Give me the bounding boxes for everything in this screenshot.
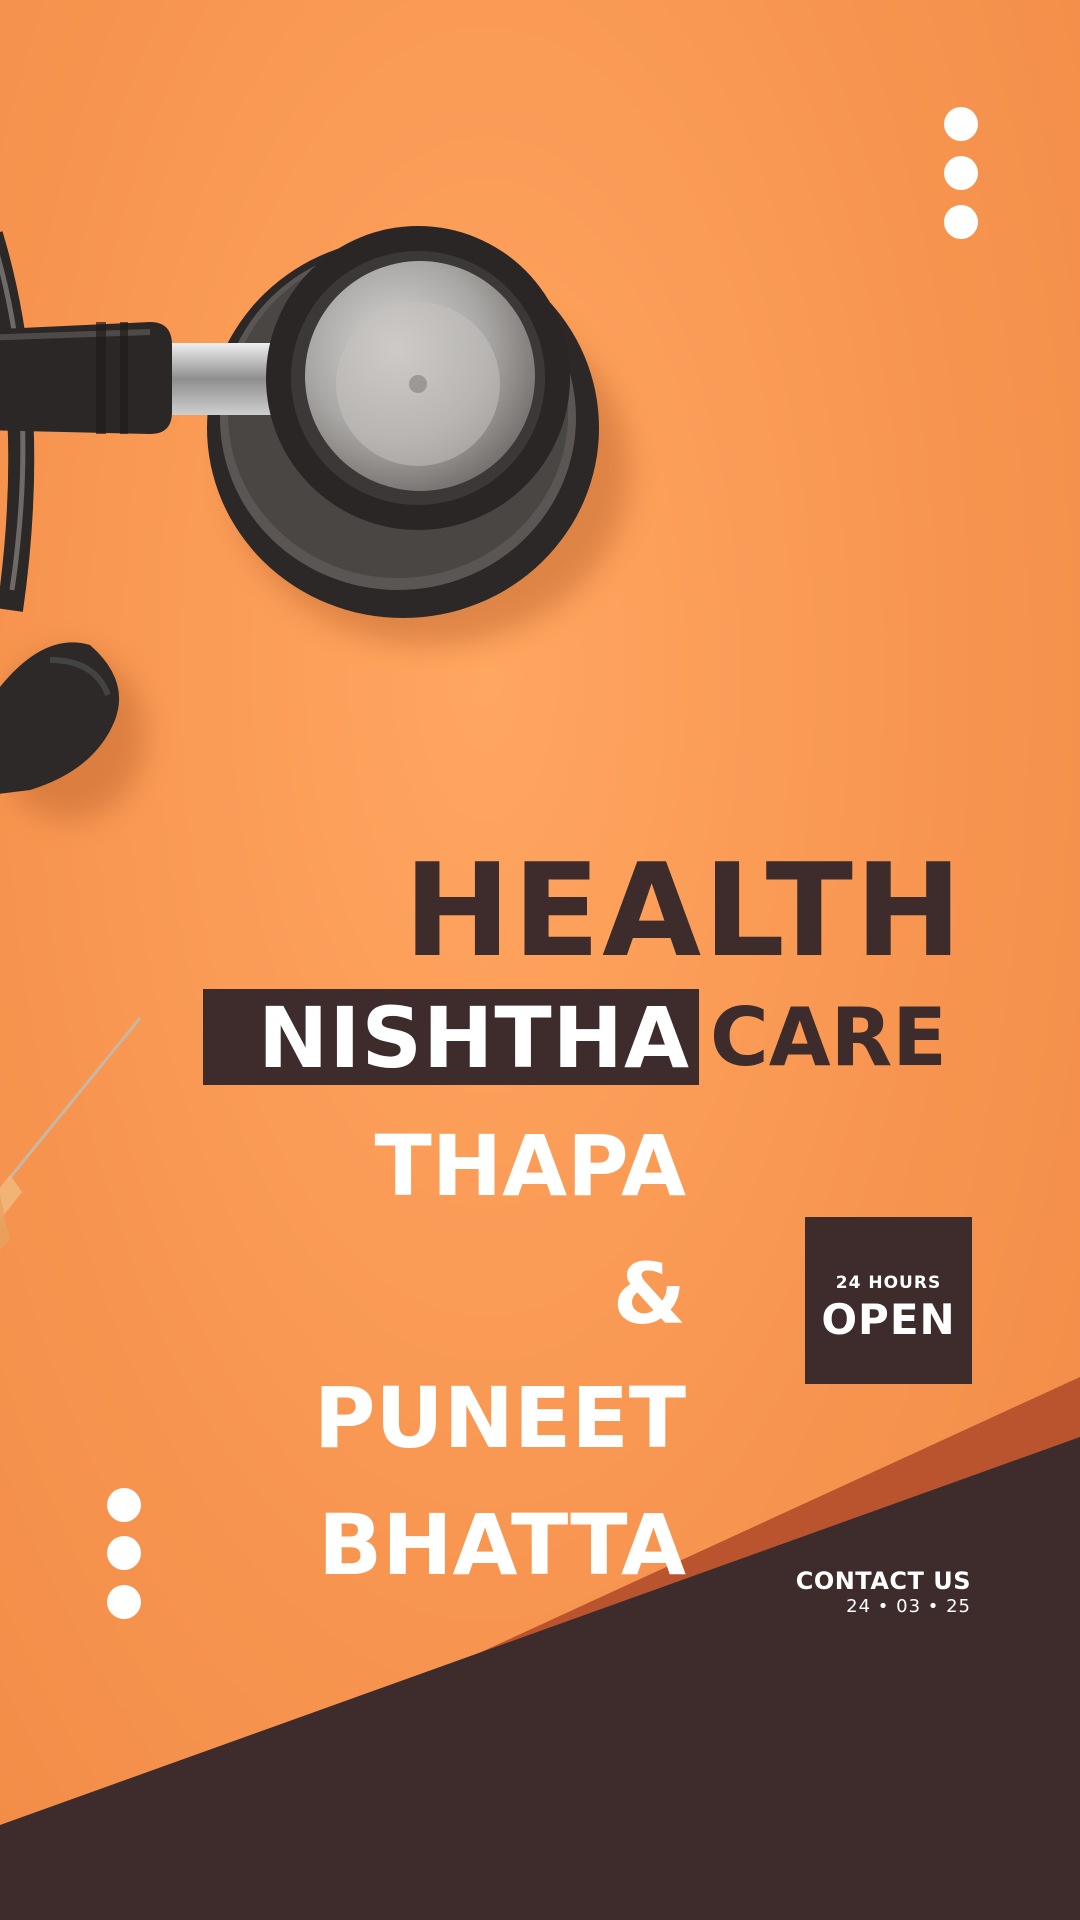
contact-label: CONTACT US [795,1567,971,1595]
ampersand: & [612,1245,686,1343]
open-badge: 24 HOURS OPEN [805,1217,972,1384]
contact-date: 24 • 03 • 25 [846,1596,971,1617]
dot-icon [944,107,978,141]
title-care: CARE [710,991,947,1084]
dot-icon [944,205,978,239]
contact-block: CONTACT US 24 • 03 • 25 [796,1567,971,1619]
dot-icon [107,1536,141,1570]
name-thapa: THAPA [374,1117,686,1215]
dot-icon [107,1585,141,1619]
name-bhatta: BHATTA [318,1496,686,1594]
title-nishtha: NISHTHA [258,989,690,1087]
dot-icon [944,156,978,190]
badge-open-text: OPEN [821,1295,956,1344]
title-health: HEALTH [403,837,964,986]
badge-hours-text: 24 HOURS [835,1273,942,1293]
poster: HEALTH NISHTHA CARE THAPA & PUNEET BHATT… [0,0,1080,1920]
name-puneet: PUNEET [313,1369,686,1467]
dot-icon [107,1488,141,1522]
